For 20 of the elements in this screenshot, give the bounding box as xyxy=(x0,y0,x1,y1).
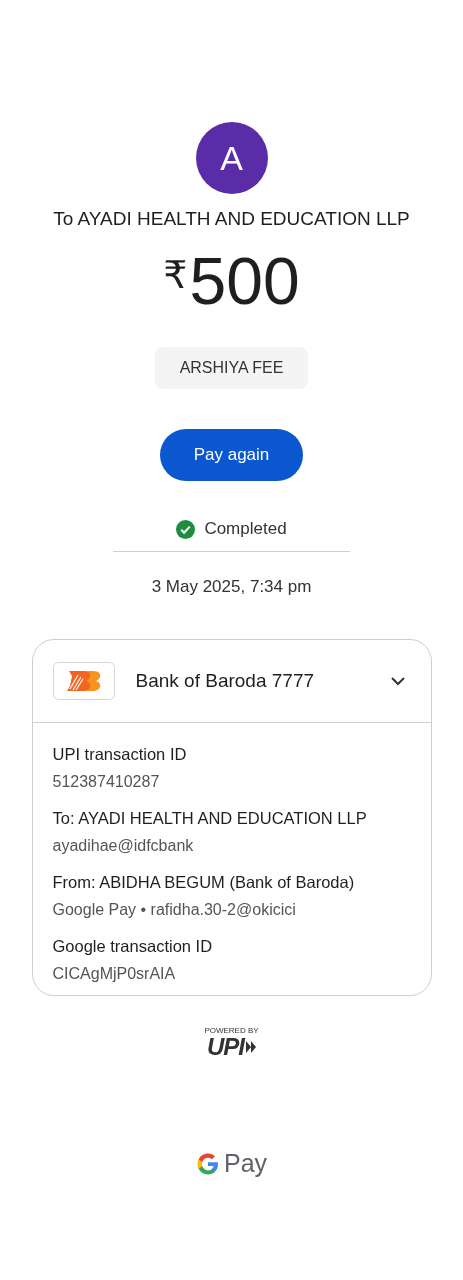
detail-label: To: AYADI HEALTH AND EDUCATION LLP xyxy=(52,809,368,828)
date-time: 3 May 2025, 7:34 pm xyxy=(151,577,312,597)
detail-value: CICAgMjP0srAIA xyxy=(52,965,177,983)
detail-value: 512387410287 xyxy=(52,773,161,791)
detail-label: Google transaction ID xyxy=(52,937,214,956)
upi-logo: POWERED BY UPI xyxy=(204,1026,259,1059)
payment-note: ARSHIYA FEE xyxy=(154,347,309,389)
bank-account: Bank of Baroda 7777 xyxy=(135,670,316,692)
status-label: Completed xyxy=(204,519,287,539)
detail-value: ayadihae@idfcbank xyxy=(52,837,195,855)
detail-label: From: ABIDHA BEGUM (Bank of Baroda) xyxy=(52,873,356,892)
detail-value: Google Pay • rafidha.30-2@okicici xyxy=(52,901,297,919)
brand-name: Pay xyxy=(223,1149,268,1178)
bank-logo-icon xyxy=(52,662,115,700)
recipient-title: To AYADI HEALTH AND EDUCATION LLP xyxy=(53,208,410,230)
amount: ₹500 xyxy=(163,248,300,314)
pay-again-button[interactable]: Pay again xyxy=(160,429,303,481)
avatar: A xyxy=(195,122,268,194)
detail-label: UPI transaction ID xyxy=(52,745,188,764)
google-g-icon xyxy=(195,1151,220,1176)
